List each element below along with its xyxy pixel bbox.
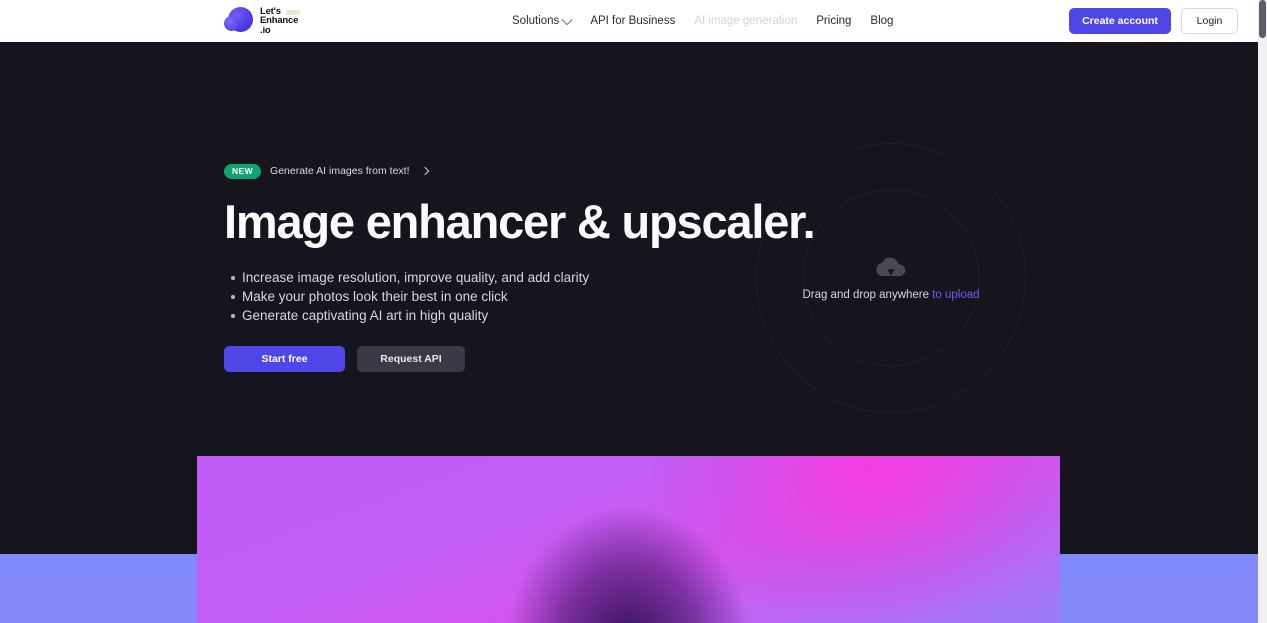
upload-dropzone[interactable]: Drag and drop anywhere to upload	[756, 143, 1026, 413]
lets-enhance-blob-logo-icon	[224, 6, 254, 36]
main-navigation: Solutions API for Business AI image gene…	[512, 0, 893, 42]
cloud-upload-icon	[876, 257, 906, 276]
create-account-button[interactable]: Create account	[1069, 8, 1171, 34]
hero-cta-group: Start free Request API	[224, 346, 784, 373]
list-item: Make your photos look their best in one …	[231, 287, 784, 306]
request-api-button[interactable]: Request API	[357, 346, 465, 373]
brand-logo[interactable]: Let's Enhance .io	[224, 4, 300, 38]
site-header: Let's Enhance .io Solutions API for Busi…	[0, 0, 1258, 42]
brand-accent-badge	[286, 10, 300, 15]
nav-item-solutions[interactable]: Solutions	[512, 13, 573, 27]
status-badge: NEW	[224, 163, 262, 179]
vertical-scrollbar-thumb[interactable]	[1259, 0, 1266, 38]
login-button[interactable]: Login	[1181, 8, 1238, 34]
hero-feature-list: Increase image resolution, improve quali…	[224, 268, 784, 325]
announcement-pill[interactable]: NEW Generate AI images from text!	[224, 163, 429, 180]
dropzone-center: Drag and drop anywhere to upload	[757, 144, 1025, 412]
start-free-button[interactable]: Start free	[224, 346, 345, 373]
nav-label: Solutions	[512, 15, 560, 27]
dropzone-upload-link[interactable]: to upload	[932, 289, 979, 301]
list-item: Generate captivating AI art in high qual…	[231, 306, 784, 325]
dropzone-text: Drag and drop anywhere to upload	[802, 289, 979, 301]
vertical-scrollbar-track[interactable]	[1258, 0, 1267, 623]
page-root: NEW Generate AI images from text! Image …	[0, 0, 1267, 623]
list-item: Increase image resolution, improve quali…	[231, 268, 784, 287]
nav-label: AI image generation	[694, 15, 798, 27]
page-title: Image enhancer & upscaler.	[224, 194, 816, 248]
nav-item-api-for-business[interactable]: API for Business	[590, 15, 675, 27]
brand-line-3: .io	[260, 24, 271, 36]
nav-label: API for Business	[590, 15, 676, 27]
announcement-text: Generate AI images from text!	[270, 165, 410, 177]
nav-item-ai-image-generation[interactable]: AI image generation	[694, 15, 797, 27]
header-actions: Create account Login	[1069, 0, 1238, 42]
nav-item-blog[interactable]: Blog	[870, 15, 893, 27]
nav-label: Blog	[870, 15, 894, 27]
chevron-right-icon	[420, 166, 429, 176]
chevron-down-icon	[561, 13, 573, 26]
hero-content: NEW Generate AI images from text! Image …	[224, 161, 816, 373]
hero-showcase-image	[197, 456, 1060, 623]
nav-item-pricing[interactable]: Pricing	[816, 15, 851, 27]
nav-label: Pricing	[816, 15, 852, 27]
dropzone-label: Drag and drop anywhere	[802, 288, 933, 301]
